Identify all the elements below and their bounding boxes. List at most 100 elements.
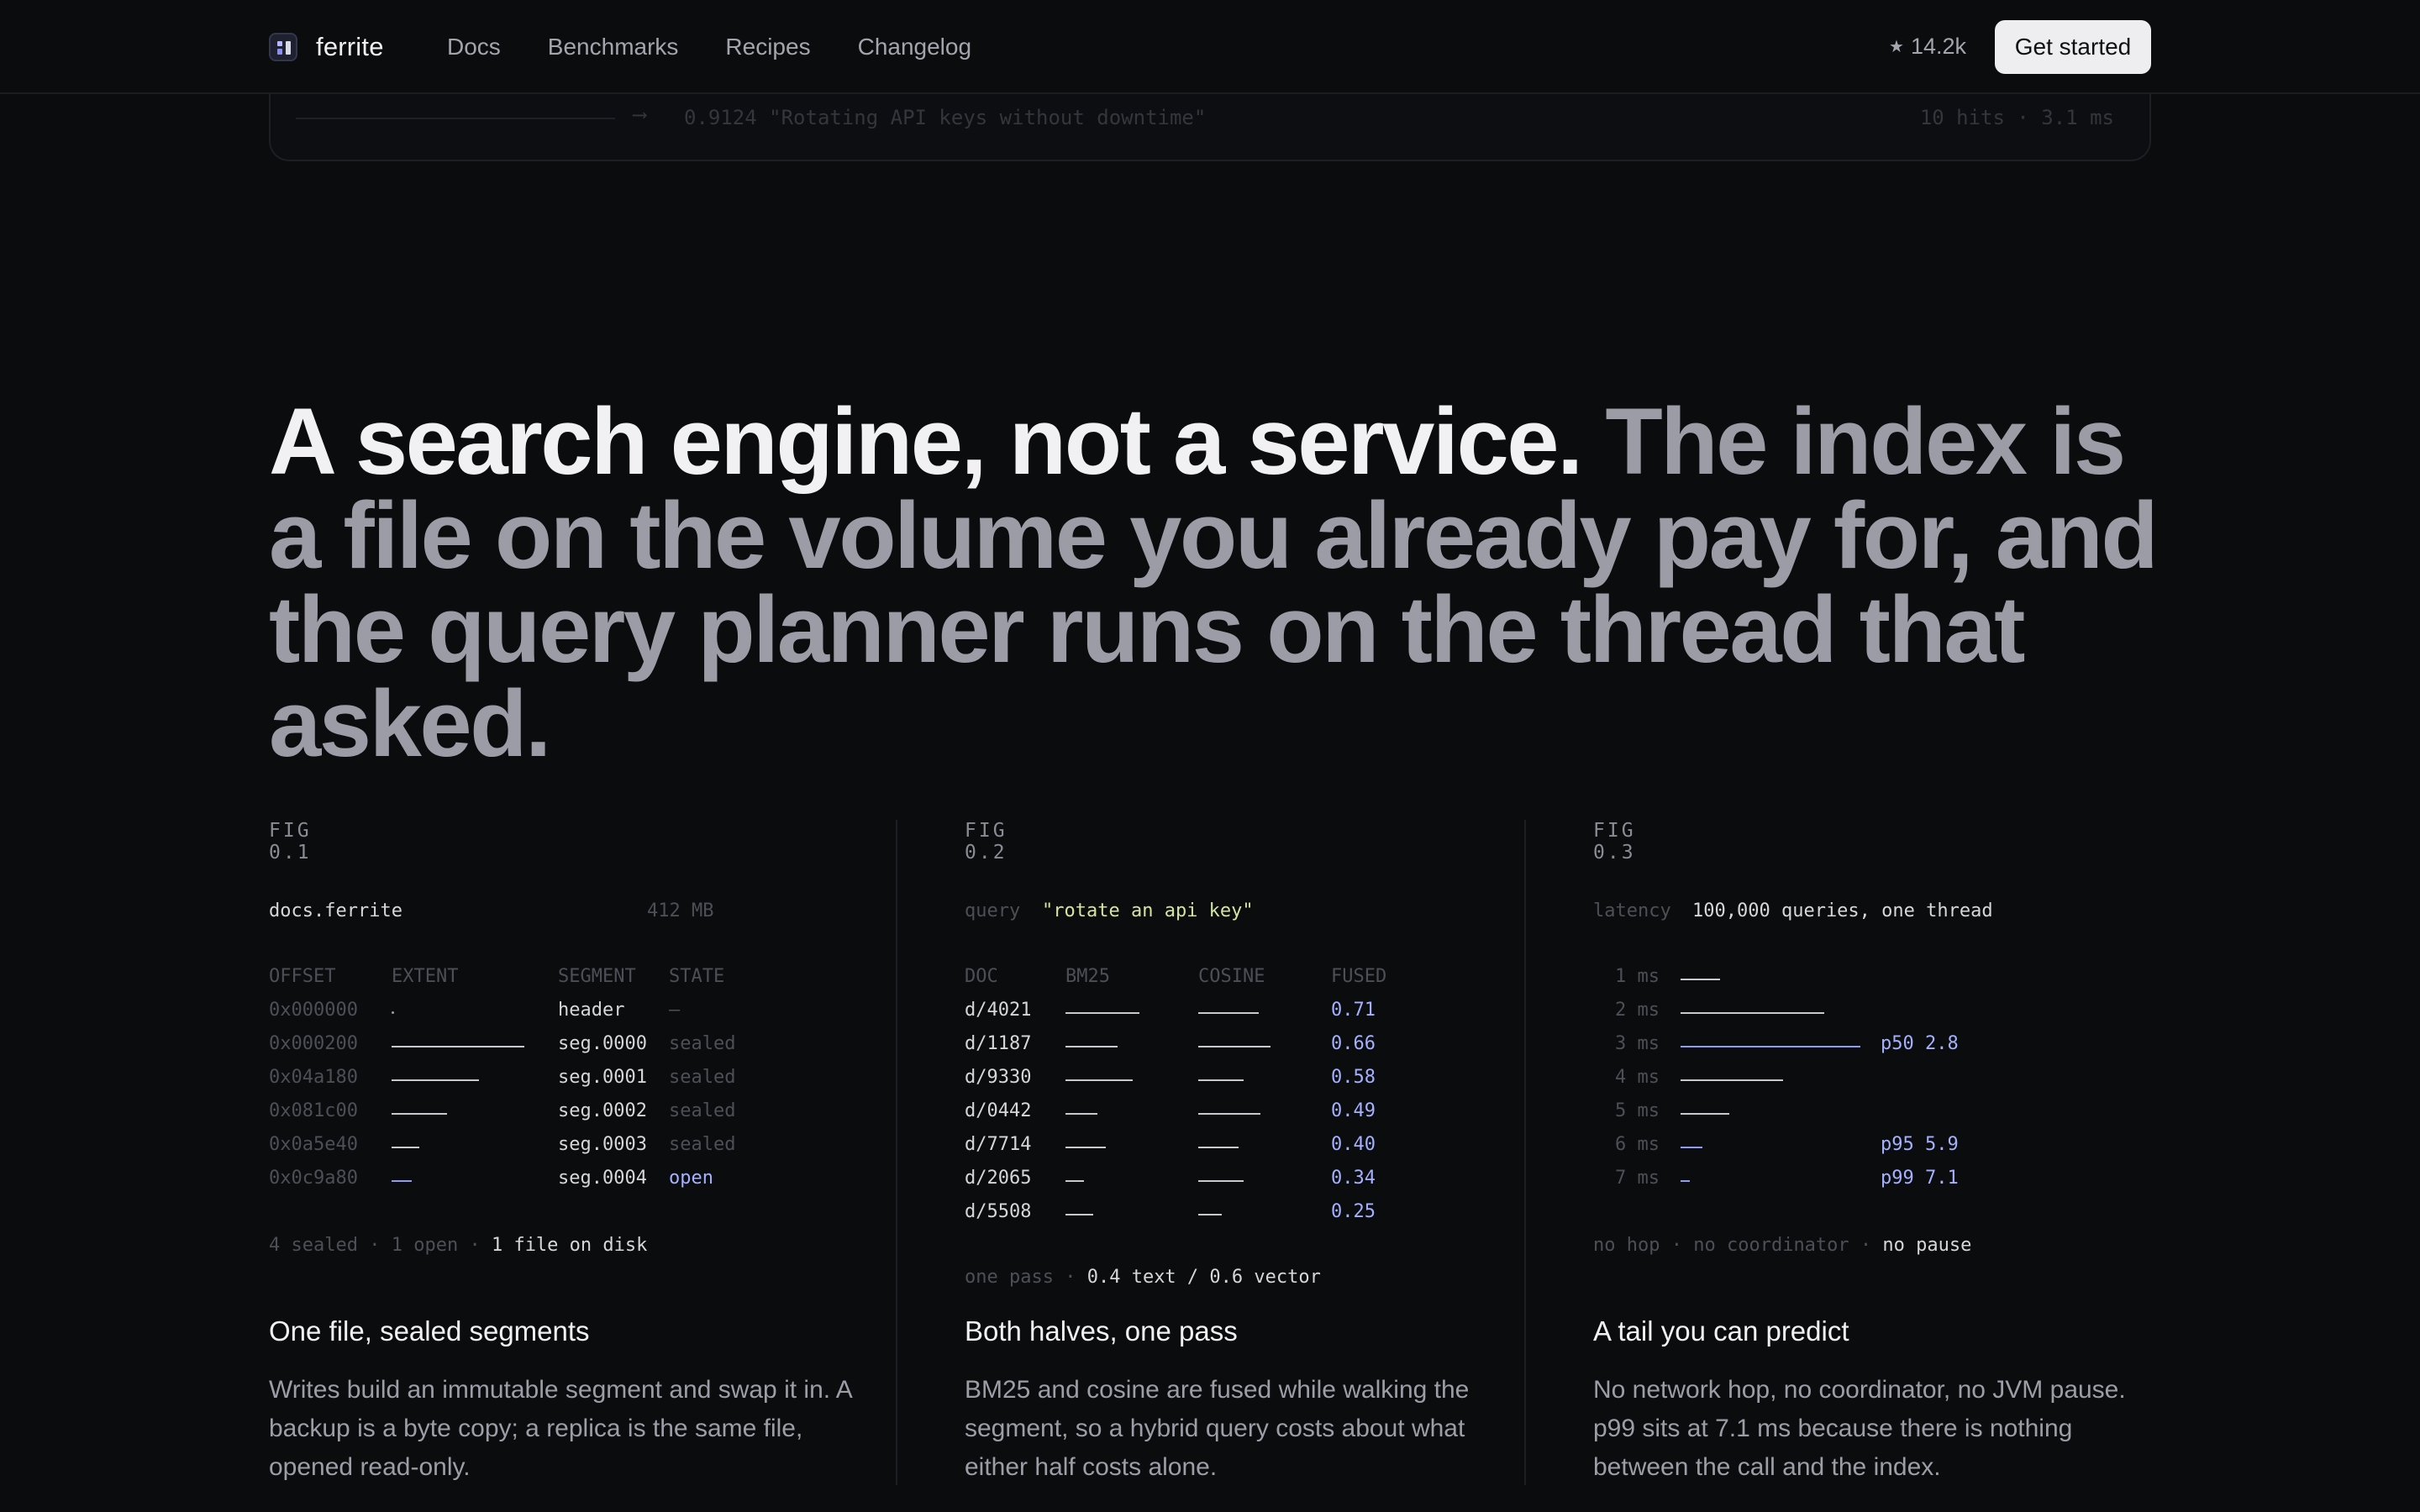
fig-footer: no hop · no coordinator · no pause xyxy=(1593,1235,1972,1256)
col-header-state: STATE xyxy=(669,966,725,987)
file-size: 412 MB xyxy=(647,900,714,921)
segment-state: sealed xyxy=(669,1134,736,1155)
fused-score: 0.25 xyxy=(1331,1201,1376,1222)
arrow-right-icon: ⟶ xyxy=(634,102,646,126)
bm25-bar xyxy=(1065,1214,1093,1215)
segment-offset: 0x04a180 xyxy=(269,1067,358,1088)
histogram-bar xyxy=(1681,1180,1690,1182)
fused-score: 0.40 xyxy=(1331,1134,1376,1155)
hero-lead: A search engine, not a service. xyxy=(269,389,1583,494)
nav-link-recipes[interactable]: Recipes xyxy=(725,34,810,60)
segment-state: sealed xyxy=(669,1067,736,1088)
doc-id: d/4021 xyxy=(965,1000,1032,1021)
doc-id: d/5508 xyxy=(965,1201,1032,1222)
search-demo-meta: 10 hits · 3.1 ms xyxy=(1919,106,2114,129)
latency-bucket: 4 ms xyxy=(1615,1067,1660,1088)
query-label: query xyxy=(965,900,1021,921)
feature-title: One file, sealed segments xyxy=(269,1315,590,1347)
segment-name: seg.0002 xyxy=(558,1100,647,1121)
latency-bucket: 1 ms xyxy=(1615,966,1660,987)
stars-count: 14.2k xyxy=(1910,34,1966,59)
histogram-bar xyxy=(1681,1147,1702,1148)
segment-name: seg.0003 xyxy=(558,1134,647,1155)
feature-description: Writes build an immutable segment and sw… xyxy=(269,1376,852,1481)
fig-footer: one pass · 0.4 text / 0.6 vector xyxy=(965,1267,1321,1288)
nav-link-docs[interactable]: Docs xyxy=(447,34,501,60)
percentile-marker: p99 7.1 xyxy=(1881,1168,1959,1189)
extent-bar xyxy=(392,1147,419,1148)
segment-name: seg.0001 xyxy=(558,1067,647,1088)
histogram-bar xyxy=(1681,1113,1729,1115)
nav-links: Docs Benchmarks Recipes Changelog xyxy=(447,34,1018,60)
fig-footer: 4 sealed · 1 open · 1 file on disk xyxy=(269,1235,648,1256)
fused-score: 0.71 xyxy=(1331,1000,1376,1021)
doc-id: d/2065 xyxy=(965,1168,1032,1189)
hero-headline: A search engine, not a service. The inde… xyxy=(269,395,2168,771)
get-started-button[interactable]: Get started xyxy=(1995,20,2151,74)
histogram-bar xyxy=(1681,1046,1860,1047)
segment-offset: 0x000000 xyxy=(269,1000,358,1021)
doc-id: d/1187 xyxy=(965,1033,1032,1054)
percentile-marker: p95 5.9 xyxy=(1881,1134,1959,1155)
fused-score: 0.58 xyxy=(1331,1067,1376,1088)
fig-label: FIG 0.2 xyxy=(965,820,1007,864)
brand-name: ferrite xyxy=(316,32,384,61)
ferrite-logo-icon xyxy=(269,33,297,61)
latency-bucket: 2 ms xyxy=(1615,1000,1660,1021)
search-demo-result: 0.9124 "Rotating API keys without downti… xyxy=(684,106,1207,129)
col-header-segment: SEGMENT xyxy=(558,966,636,987)
extent-bar xyxy=(392,1180,412,1182)
nav-link-benchmarks[interactable]: Benchmarks xyxy=(548,34,679,60)
fused-score: 0.34 xyxy=(1331,1168,1376,1189)
nav-link-changelog[interactable]: Changelog xyxy=(858,34,971,60)
doc-id: d/9330 xyxy=(965,1067,1032,1088)
doc-id: d/7714 xyxy=(965,1134,1032,1155)
col-header-doc: DOC xyxy=(965,966,998,987)
top-nav: ferrite Docs Benchmarks Recipes Changelo… xyxy=(0,0,2420,94)
latency-text: 100,000 queries, one thread xyxy=(1692,900,1993,921)
histogram-bar xyxy=(1681,1012,1824,1014)
segment-name: header xyxy=(558,1000,625,1021)
feature-description: No network hop, no coordinator, no JVM p… xyxy=(1593,1376,2126,1481)
bm25-bar xyxy=(1065,1079,1133,1081)
latency-bucket: 5 ms xyxy=(1615,1100,1660,1121)
github-stars-link[interactable]: ★ 14.2k xyxy=(1889,34,1966,60)
segment-name: seg.0000 xyxy=(558,1033,647,1054)
extent-dot xyxy=(392,1011,394,1014)
bm25-bar xyxy=(1065,1012,1139,1014)
cosine-bar xyxy=(1198,1214,1222,1215)
column-divider xyxy=(896,820,897,1485)
brand-link[interactable]: ferrite xyxy=(269,32,384,62)
feature-title: Both halves, one pass xyxy=(965,1315,1238,1347)
bm25-bar xyxy=(1065,1113,1097,1115)
fused-score: 0.49 xyxy=(1331,1100,1376,1121)
col-header-cosine: COSINE xyxy=(1198,966,1265,987)
feature-description: BM25 and cosine are fused while walking … xyxy=(965,1376,1470,1481)
col-header-bm25: BM25 xyxy=(1065,966,1110,987)
cosine-bar xyxy=(1198,1113,1260,1115)
extent-bar xyxy=(392,1046,524,1047)
latency-bucket: 6 ms xyxy=(1615,1134,1660,1155)
percentile-marker: p50 2.8 xyxy=(1881,1033,1959,1054)
segment-offset: 0x0c9a80 xyxy=(269,1168,358,1189)
search-demo-bar xyxy=(296,118,615,119)
histogram-bar xyxy=(1681,979,1720,980)
segment-offset: 0x081c00 xyxy=(269,1100,358,1121)
star-icon: ★ xyxy=(1889,38,1904,56)
fused-score: 0.66 xyxy=(1331,1033,1376,1054)
fig-label: FIG 0.1 xyxy=(269,820,312,864)
extent-bar xyxy=(392,1113,447,1115)
col-header-extent: EXTENT xyxy=(392,966,459,987)
latency-label: latency xyxy=(1593,900,1671,921)
feature-title: A tail you can predict xyxy=(1593,1315,1849,1347)
histogram-bar xyxy=(1681,1079,1783,1081)
latency-bucket: 7 ms xyxy=(1615,1168,1660,1189)
query-text: "rotate an api key" xyxy=(1042,900,1254,921)
segment-offset: 0x0a5e40 xyxy=(269,1134,358,1155)
segment-state: sealed xyxy=(669,1033,736,1054)
doc-id: d/0442 xyxy=(965,1100,1032,1121)
cosine-bar xyxy=(1198,1180,1244,1182)
cosine-bar xyxy=(1198,1079,1244,1081)
file-name: docs.ferrite xyxy=(269,900,402,921)
column-divider xyxy=(1524,820,1526,1485)
